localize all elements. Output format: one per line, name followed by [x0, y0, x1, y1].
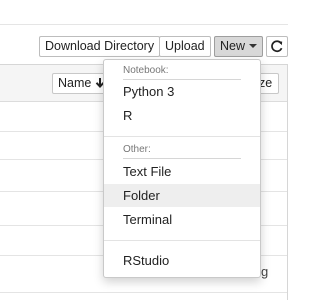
menu-item-text-file[interactable]: Text File	[104, 160, 260, 183]
menu-divider	[104, 240, 260, 241]
upload-button[interactable]: Upload	[159, 36, 211, 57]
menu-item-r[interactable]: R	[104, 104, 260, 127]
other-section-rule	[123, 158, 241, 159]
row-trailing-text: g	[261, 264, 269, 279]
menu-item-folder[interactable]: Folder	[104, 184, 260, 207]
name-column-label: Name	[58, 76, 92, 90]
new-button-label: New	[220, 39, 246, 53]
new-button[interactable]: New	[214, 36, 264, 57]
row-divider	[0, 292, 287, 293]
top-divider	[0, 24, 288, 25]
menu-item-python3[interactable]: Python 3	[104, 80, 260, 103]
other-section-header: Other:	[123, 144, 151, 155]
new-dropdown-menu: Notebook: Python 3 R Other: Text File Fo…	[103, 59, 261, 278]
refresh-icon	[271, 40, 283, 53]
notebook-section-header: Notebook:	[123, 65, 169, 76]
caret-down-icon	[249, 44, 258, 48]
menu-item-terminal[interactable]: Terminal	[104, 208, 260, 231]
menu-item-rstudio[interactable]: RStudio	[104, 249, 260, 272]
download-directory-button[interactable]: Download Directory	[39, 36, 161, 57]
refresh-button[interactable]	[266, 36, 288, 57]
menu-divider	[104, 136, 260, 137]
